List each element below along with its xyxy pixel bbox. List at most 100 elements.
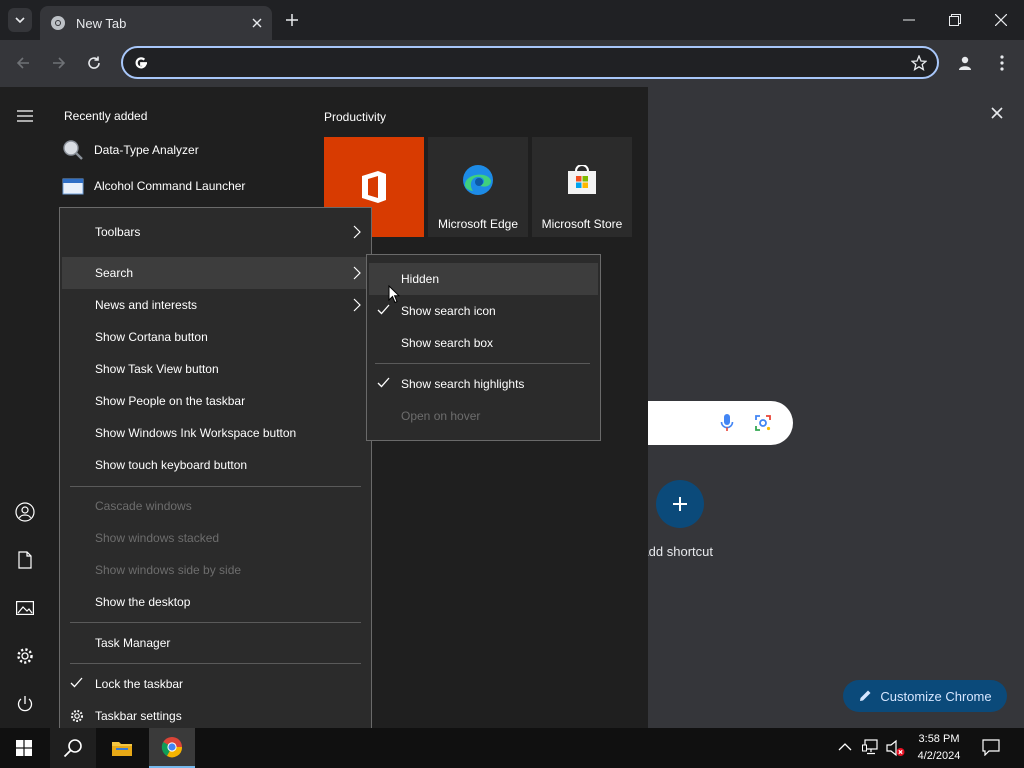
menu-item-search[interactable]: Search [62,257,369,289]
app-alcohol-command-launcher[interactable]: Alcohol Command Launcher [62,172,302,200]
menu-item-lock-the-taskbar[interactable]: Lock the taskbar [62,668,369,700]
productivity-heading: Productivity [324,110,387,124]
google-g-icon [133,55,149,71]
menu-item-label: Show windows stacked [95,531,220,545]
taskbar-context-menu: Toolbars Search News and interests Show … [59,207,372,741]
close-icon [995,14,1007,26]
mouse-cursor-icon [388,285,400,304]
chrome-menu-button[interactable] [994,52,1010,74]
submenu-item-show-search-highlights[interactable]: Show search highlights [369,368,598,400]
power-button[interactable] [14,693,36,715]
minimize-button[interactable] [897,8,921,32]
reload-button[interactable] [83,52,105,74]
submenu-item-hidden[interactable]: Hidden [369,263,598,295]
menu-item-show-ink-workspace[interactable]: Show Windows Ink Workspace button [62,417,369,449]
person-icon [959,56,971,70]
menu-item-show-task-view-button[interactable]: Show Task View button [62,353,369,385]
menu-item-label: Show Task View button [95,362,219,376]
pictures-button[interactable] [14,597,36,619]
plus-icon [673,497,687,511]
user-icon [15,502,35,522]
taskbar-clock[interactable]: 3:58 PM 4/2/2024 [910,731,968,765]
menu-item-show-the-desktop[interactable]: Show the desktop [62,586,369,618]
start-rail [0,87,48,728]
network-icon[interactable] [862,739,880,755]
menu-item-show-windows-side-by-side: Show windows side by side [62,554,369,586]
ntp-close-button[interactable] [988,104,1006,122]
menu-item-toolbars[interactable]: Toolbars [62,216,369,248]
menu-item-show-windows-stacked: Show windows stacked [62,522,369,554]
clock-time: 3:58 PM [918,733,960,745]
tab-title: New Tab [76,15,127,31]
tile-microsoft-edge[interactable]: Microsoft Edge [428,137,528,237]
menu-item-label: Cascade windows [95,499,192,513]
chevron-right-icon [353,266,361,280]
menu-item-show-touch-keyboard[interactable]: Show touch keyboard button [62,449,369,481]
folder-icon [112,742,132,756]
checkmark-icon [377,377,390,388]
taskbar-search-button[interactable] [50,728,96,768]
file-explorer-taskbar-button[interactable] [99,728,145,768]
lens-search-icon[interactable] [754,414,772,432]
restore-button[interactable] [943,8,967,32]
reload-icon [88,56,100,69]
documents-button[interactable] [14,549,36,571]
hamburger-icon [17,110,33,122]
chevron-down-icon [15,17,25,23]
add-shortcut-label: Add shortcut [640,544,713,559]
new-tab-button[interactable] [282,10,302,30]
arrow-left-icon [16,57,29,69]
recently-added-heading: Recently added [64,109,148,123]
menu-item-task-manager[interactable]: Task Manager [62,627,369,659]
app-data-type-analyzer[interactable]: Data-Type Analyzer [62,136,302,164]
arrow-right-icon [53,57,66,69]
menu-item-label: Show People on the taskbar [95,394,246,408]
action-center-button[interactable] [982,739,1000,756]
chrome-icon [161,737,183,758]
checkmark-icon [377,304,390,315]
start-expand-button[interactable] [14,105,36,127]
omnibox[interactable] [121,46,939,79]
menu-item-label: Task Manager [95,636,171,650]
submenu-item-show-search-box[interactable]: Show search box [369,327,598,359]
menu-item-label: Show windows side by side [95,563,242,577]
address-input[interactable] [159,54,911,71]
menu-item-label: Taskbar settings [95,709,182,723]
user-account-button[interactable] [14,501,36,523]
submenu-item-show-search-icon[interactable]: Show search icon [369,295,598,327]
voice-search-icon[interactable] [720,413,734,433]
tab-search-button[interactable] [8,8,32,32]
gear-icon [17,648,33,664]
chrome-taskbar-button[interactable] [149,728,195,768]
profile-button[interactable] [954,52,976,74]
clock-date: 4/2/2024 [917,750,961,762]
tab-new-tab[interactable]: New Tab [40,6,272,40]
forward-button[interactable] [48,52,70,74]
chevron-right-icon [353,225,361,239]
customize-chrome-button[interactable]: Customize Chrome [843,680,1007,712]
start-button[interactable] [0,728,48,768]
show-hidden-icons-button[interactable] [838,740,852,754]
menu-item-label: Open on hover [401,409,481,423]
close-window-button[interactable] [989,8,1013,32]
settings-button[interactable] [14,645,36,667]
menu-item-show-people[interactable]: Show People on the taskbar [62,385,369,417]
menu-separator [375,363,590,364]
menu-item-label: Show Cortana button [95,330,208,344]
back-button[interactable] [12,52,34,74]
ntp-search-box[interactable] [630,401,793,445]
menu-item-cascade-windows: Cascade windows [62,490,369,522]
tab-close-icon[interactable] [252,18,262,28]
menu-item-label: Toolbars [95,225,141,239]
menu-item-label: Show the desktop [95,595,191,609]
tile-microsoft-store[interactable]: Microsoft Store [532,137,632,237]
menu-item-news-and-interests[interactable]: News and interests [62,289,369,321]
menu-item-label: Lock the taskbar [95,677,184,691]
menu-item-label: Show search highlights [401,377,525,391]
bookmark-star-icon[interactable] [911,54,927,71]
volume-muted-icon[interactable] [886,739,906,757]
menu-separator [70,663,361,664]
add-shortcut-button[interactable] [656,480,704,528]
menu-item-show-cortana-button[interactable]: Show Cortana button [62,321,369,353]
gear-icon [70,709,84,723]
